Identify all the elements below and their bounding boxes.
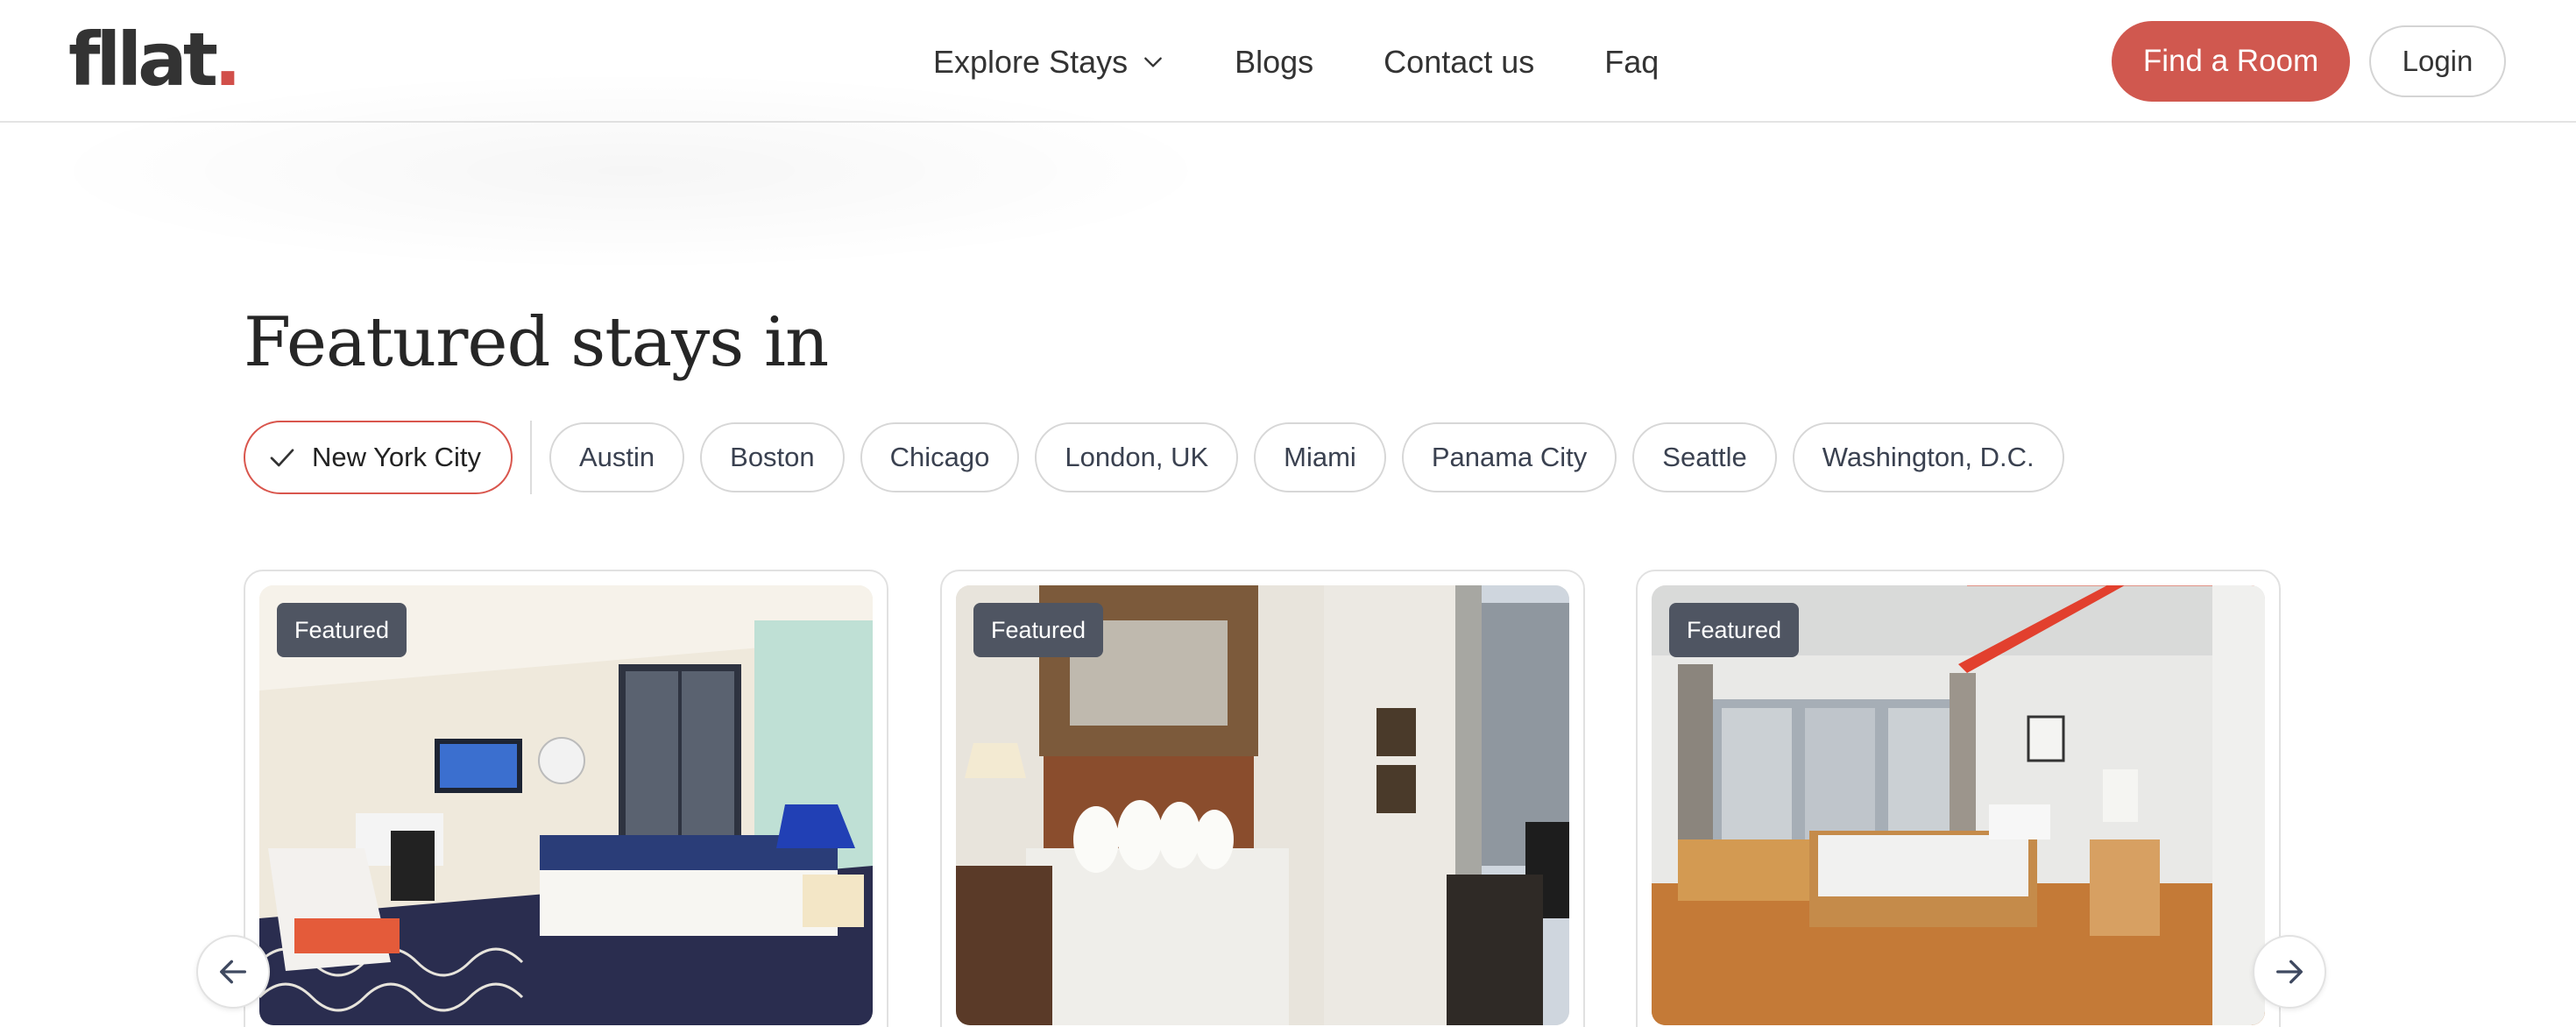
featured-badge: Featured xyxy=(277,603,407,657)
background-glow xyxy=(35,70,1227,272)
logo[interactable]: fllat. xyxy=(68,23,242,96)
stay-card[interactable]: Featured xyxy=(940,570,1585,1027)
stay-photo[interactable]: Featured xyxy=(956,585,1569,1025)
city-chip-seattle[interactable]: Seattle xyxy=(1632,422,1777,492)
section-title: Featured stays in xyxy=(244,303,829,382)
nav-blogs[interactable]: Blogs xyxy=(1235,44,1313,81)
stay-card[interactable]: Featured xyxy=(244,570,888,1027)
carousel-prev-button[interactable] xyxy=(196,935,270,1009)
city-chip-panama-city[interactable]: Panama City xyxy=(1401,422,1617,492)
nav-explore-stays[interactable]: Explore Stays xyxy=(933,44,1164,81)
city-chip-miami[interactable]: Miami xyxy=(1254,422,1386,492)
stay-photo[interactable]: Featured xyxy=(1652,585,2265,1025)
logo-dot: . xyxy=(213,17,242,103)
featured-badge: Featured xyxy=(973,603,1104,657)
city-chip-boston[interactable]: Boston xyxy=(700,422,845,492)
login-button[interactable]: Login xyxy=(2369,25,2506,97)
stay-card[interactable]: Featured xyxy=(1636,570,2281,1027)
city-chip-london[interactable]: London, UK xyxy=(1035,422,1239,492)
city-chip-new-york-city[interactable]: New York City xyxy=(244,421,513,494)
nav-explore-stays-label: Explore Stays xyxy=(933,44,1129,80)
arrow-right-icon xyxy=(2276,960,2303,984)
logo-text: fllat xyxy=(68,17,218,103)
city-chip-washington-dc[interactable]: Washington, D.C. xyxy=(1792,422,2064,492)
city-chip-austin[interactable]: Austin xyxy=(548,422,685,492)
city-filter: New York City Austin Boston Chicago Lond… xyxy=(244,421,2080,494)
nav-blogs-label: Blogs xyxy=(1235,44,1314,80)
featured-badge: Featured xyxy=(1669,603,1800,657)
city-chip-label: New York City xyxy=(312,442,481,472)
nav-faq-label: Faq xyxy=(1604,44,1660,80)
nav-contact-us[interactable]: Contact us xyxy=(1384,44,1534,81)
stay-photo[interactable]: Featured xyxy=(259,585,873,1025)
chevron-down-icon xyxy=(1144,57,1162,67)
chip-divider xyxy=(529,421,532,494)
city-chip-chicago[interactable]: Chicago xyxy=(860,422,1020,492)
nav-contact-us-label: Contact us xyxy=(1384,44,1535,80)
nav-faq[interactable]: Faq xyxy=(1604,44,1659,81)
carousel-next-button[interactable] xyxy=(2253,935,2326,1009)
arrow-left-icon xyxy=(220,960,246,984)
main-nav: Explore Stays Blogs Contact us Faq xyxy=(933,40,1729,84)
find-room-button[interactable]: Find a Room xyxy=(2112,21,2350,102)
check-icon xyxy=(270,449,294,467)
